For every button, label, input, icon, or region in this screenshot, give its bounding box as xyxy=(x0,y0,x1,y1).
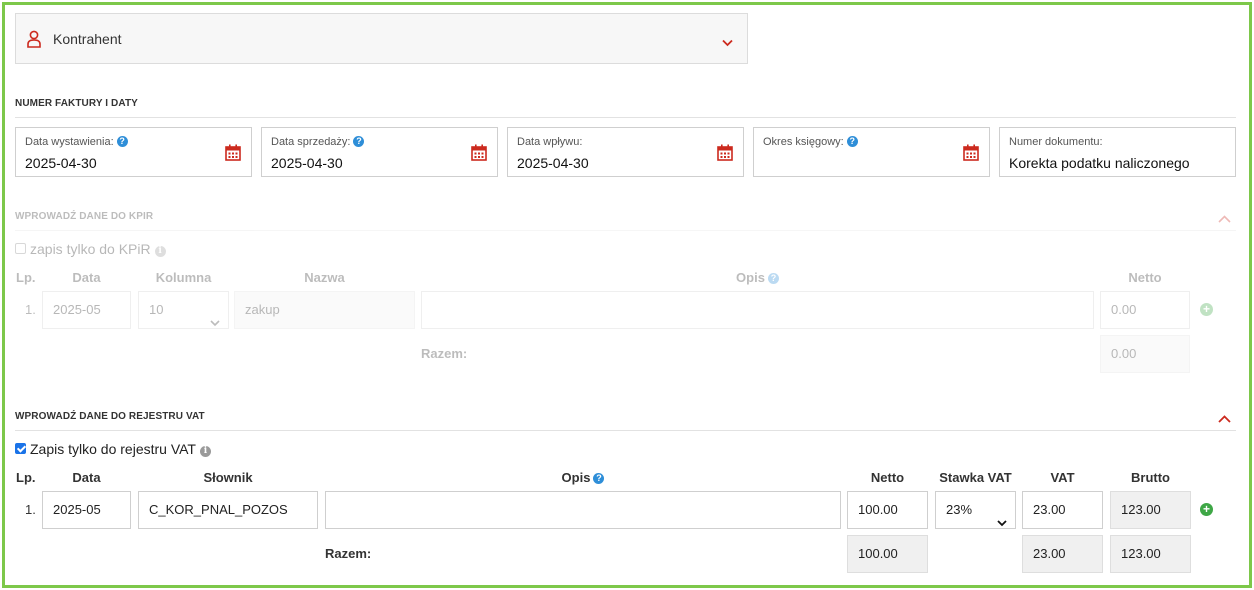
col-slownik: Słownik xyxy=(203,470,253,485)
kpir-razem-netto: 0.00 xyxy=(1100,335,1190,373)
accounting-period-label: Okres księgowy: xyxy=(763,136,844,148)
chevron-down-icon xyxy=(210,305,220,328)
chevron-up-icon[interactable] xyxy=(1218,211,1231,226)
vat-section-title: WPROWADŹ DANE DO REJESTRU VAT xyxy=(15,411,205,422)
receipt-date-value[interactable]: 2025-04-30 xyxy=(517,155,589,171)
help-icon[interactable]: ? xyxy=(846,136,858,147)
vat-rate-select[interactable]: 23% xyxy=(935,491,1016,529)
col-vat: VAT xyxy=(1050,470,1075,485)
col-netto: Netto xyxy=(1128,270,1162,285)
document-number-value[interactable]: Korekta podatku naliczonego xyxy=(1009,155,1190,171)
vat-dictionary-input[interactable]: C_KOR_PNAL_POZOS xyxy=(138,491,318,529)
col-lp: Lp. xyxy=(16,470,36,485)
help-icon[interactable]: ? xyxy=(116,136,128,147)
kpir-column-value: 10 xyxy=(149,302,164,317)
col-data: Data xyxy=(72,270,101,285)
kontrahent-dropdown[interactable]: Kontrahent xyxy=(15,13,748,64)
vat-date-input[interactable]: 2025-05 xyxy=(42,491,131,529)
vat-netto-input[interactable]: 100.00 xyxy=(847,491,928,529)
user-icon xyxy=(27,30,41,51)
kpir-description-input[interactable] xyxy=(421,291,1094,329)
divider xyxy=(15,117,1236,118)
col-kolumna: Kolumna xyxy=(155,270,212,285)
vat-only-label: Zapis tylko do rejestru VAT xyxy=(30,441,196,457)
invoice-section-title: NUMER FAKTURY I DATY xyxy=(15,98,138,109)
help-icon[interactable]: ? xyxy=(767,273,779,284)
document-number-label: Numer dokumentu: xyxy=(1009,136,1103,148)
chevron-down-icon[interactable] xyxy=(722,35,733,50)
vat-razem-netto: 100.00 xyxy=(847,535,928,573)
vat-description-input[interactable] xyxy=(325,491,841,529)
kpir-netto-input[interactable]: 0.00 xyxy=(1100,291,1190,329)
col-data: Data xyxy=(72,470,101,485)
col-netto: Netto xyxy=(870,470,905,485)
calendar-icon[interactable] xyxy=(225,144,241,164)
col-opis: Opis xyxy=(561,470,591,485)
col-lp: Lp. xyxy=(16,270,36,285)
accounting-period-field[interactable]: Okres księgowy:? xyxy=(753,127,990,177)
add-row-icon[interactable]: + xyxy=(1200,303,1213,316)
calendar-icon[interactable] xyxy=(717,144,733,164)
add-row-icon[interactable]: + xyxy=(1200,503,1213,516)
help-icon[interactable]: ? xyxy=(593,473,605,484)
kpir-only-label: zapis tylko do KPiR xyxy=(30,241,151,257)
calendar-icon[interactable] xyxy=(963,144,979,164)
col-stawka-vat: Stawka VAT xyxy=(939,470,1012,485)
issue-date-label: Data wystawienia: xyxy=(25,136,114,148)
issue-date-field[interactable]: Data wystawienia:? 2025-04-30 xyxy=(15,127,252,177)
kontrahent-label: Kontrahent xyxy=(53,31,122,47)
kpir-section-title: WPROWADŹ DANE DO KPIR xyxy=(15,211,154,222)
row-number: 1. xyxy=(25,502,36,517)
help-icon[interactable]: ? xyxy=(353,136,365,147)
sale-date-label: Data sprzedaży: xyxy=(271,136,351,148)
info-icon[interactable]: i xyxy=(154,246,166,257)
sale-date-field[interactable]: Data sprzedaży:? 2025-04-30 xyxy=(261,127,498,177)
receipt-date-label: Data wpływu: xyxy=(517,136,583,148)
chevron-up-icon[interactable] xyxy=(1218,411,1231,426)
col-brutto: Brutto xyxy=(1131,470,1170,485)
vat-rate-value: 23% xyxy=(946,502,973,517)
calendar-icon[interactable] xyxy=(471,144,487,164)
receipt-date-field[interactable]: Data wpływu: 2025-04-30 xyxy=(507,127,744,177)
issue-date-value[interactable]: 2025-04-30 xyxy=(25,155,97,171)
col-opis: Opis xyxy=(736,270,765,285)
kpir-column-select[interactable]: 10 xyxy=(138,291,229,329)
col-nazwa: Nazwa xyxy=(304,270,345,285)
sale-date-value[interactable]: 2025-04-30 xyxy=(271,155,343,171)
vat-only-checkbox[interactable] xyxy=(15,443,26,454)
kpir-only-checkbox[interactable] xyxy=(15,243,26,254)
document-number-field[interactable]: Numer dokumentu: Korekta podatku naliczo… xyxy=(999,127,1236,177)
divider xyxy=(15,430,1236,431)
vat-razem-brutto: 123.00 xyxy=(1110,535,1191,573)
vat-brutto-value: 123.00 xyxy=(1110,491,1191,529)
vat-razem-vat: 23.00 xyxy=(1022,535,1103,573)
vat-amount-input[interactable]: 23.00 xyxy=(1022,491,1103,529)
chevron-down-icon xyxy=(997,505,1007,528)
razem-label: Razem: xyxy=(325,546,372,561)
divider xyxy=(15,230,1236,231)
row-number: 1. xyxy=(25,302,36,317)
info-icon[interactable]: i xyxy=(199,446,211,457)
razem-label: Razem: xyxy=(421,346,468,361)
kpir-date-input[interactable]: 2025-05 xyxy=(42,291,131,329)
kpir-name-input[interactable]: zakup xyxy=(234,291,415,329)
